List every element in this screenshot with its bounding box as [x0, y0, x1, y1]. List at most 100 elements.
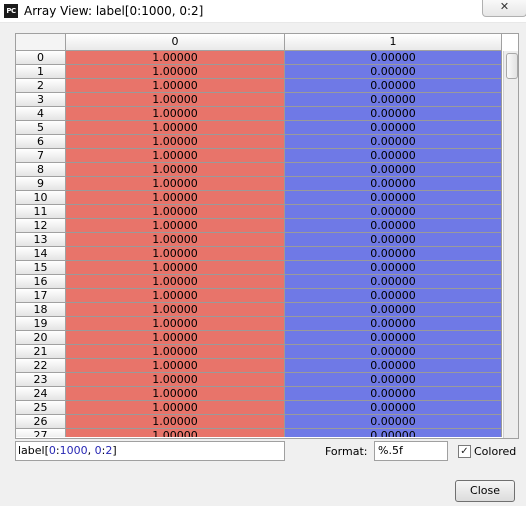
row-header[interactable]: 17	[16, 289, 66, 303]
row-header[interactable]: 16	[16, 275, 66, 289]
vertical-scrollbar[interactable]	[503, 51, 518, 438]
row-header[interactable]: 22	[16, 359, 66, 373]
table-cell[interactable]: 0.00000	[285, 191, 502, 205]
table-rows: 0 1.00000 0.00000 1 1.00000 0.00000 2 1.00000 0.…	[16, 51, 502, 437]
table-cell[interactable]: 1.00000	[66, 401, 285, 415]
row-header[interactable]: 21	[16, 345, 66, 359]
table-cell[interactable]: 1.00000	[66, 121, 285, 135]
table-cell[interactable]: 0.00000	[285, 261, 502, 275]
table-row: 12 1.00000 0.00000	[16, 219, 502, 233]
table-cell[interactable]: 1.00000	[66, 51, 285, 65]
table-cell[interactable]: 0.00000	[285, 219, 502, 233]
row-header[interactable]: 13	[16, 233, 66, 247]
table-cell[interactable]: 1.00000	[66, 135, 285, 149]
table-cell[interactable]: 1.00000	[66, 79, 285, 93]
row-header[interactable]: 1	[16, 65, 66, 79]
table-cell[interactable]: 1.00000	[66, 359, 285, 373]
table-cell[interactable]: 0.00000	[285, 345, 502, 359]
row-header[interactable]: 4	[16, 107, 66, 121]
row-header[interactable]: 15	[16, 261, 66, 275]
table-cell[interactable]: 1.00000	[66, 261, 285, 275]
table-cell[interactable]: 1.00000	[66, 289, 285, 303]
row-header[interactable]: 27	[16, 429, 66, 437]
table-row: 14 1.00000 0.00000	[16, 247, 502, 261]
table-cell[interactable]: 0.00000	[285, 247, 502, 261]
table-cell[interactable]: 0.00000	[285, 163, 502, 177]
table-cell[interactable]: 0.00000	[285, 303, 502, 317]
table-cell[interactable]: 1.00000	[66, 275, 285, 289]
table-cell[interactable]: 0.00000	[285, 331, 502, 345]
table-cell[interactable]: 0.00000	[285, 51, 502, 65]
row-header[interactable]: 3	[16, 93, 66, 107]
table-cell[interactable]: 0.00000	[285, 317, 502, 331]
table-corner[interactable]	[16, 34, 66, 51]
table-cell[interactable]: 0.00000	[285, 415, 502, 429]
table-cell[interactable]: 1.00000	[66, 317, 285, 331]
table-cell[interactable]: 0.00000	[285, 289, 502, 303]
table-cell[interactable]: 1.00000	[66, 345, 285, 359]
row-header[interactable]: 18	[16, 303, 66, 317]
colored-checkbox-label[interactable]: Colored	[474, 445, 516, 458]
colored-checkbox[interactable]: ✓	[458, 445, 471, 458]
table-cell[interactable]: 0.00000	[285, 177, 502, 191]
table-cell[interactable]: 1.00000	[66, 303, 285, 317]
row-header[interactable]: 7	[16, 149, 66, 163]
table-cell[interactable]: 1.00000	[66, 107, 285, 121]
row-header[interactable]: 8	[16, 163, 66, 177]
format-input[interactable]: %.5f	[374, 441, 448, 461]
close-button[interactable]: Close	[455, 480, 515, 502]
table-cell[interactable]: 0.00000	[285, 387, 502, 401]
table-cell[interactable]: 1.00000	[66, 247, 285, 261]
row-header[interactable]: 12	[16, 219, 66, 233]
row-header[interactable]: 10	[16, 191, 66, 205]
scrollbar-thumb[interactable]	[506, 53, 518, 79]
table-cell[interactable]: 1.00000	[66, 177, 285, 191]
table-cell[interactable]: 1.00000	[66, 93, 285, 107]
row-header[interactable]: 0	[16, 51, 66, 65]
row-header[interactable]: 23	[16, 373, 66, 387]
table-cell[interactable]: 1.00000	[66, 191, 285, 205]
table-cell[interactable]: 0.00000	[285, 359, 502, 373]
table-cell[interactable]: 0.00000	[285, 401, 502, 415]
row-header[interactable]: 9	[16, 177, 66, 191]
row-header[interactable]: 5	[16, 121, 66, 135]
row-header[interactable]: 6	[16, 135, 66, 149]
table-cell[interactable]: 1.00000	[66, 205, 285, 219]
column-header-1[interactable]: 1	[285, 34, 502, 51]
table-row: 1 1.00000 0.00000	[16, 65, 502, 79]
table-cell[interactable]: 0.00000	[285, 275, 502, 289]
table-cell[interactable]: 0.00000	[285, 429, 502, 437]
table-cell[interactable]: 1.00000	[66, 387, 285, 401]
table-cell[interactable]: 0.00000	[285, 121, 502, 135]
table-cell[interactable]: 0.00000	[285, 107, 502, 121]
table-cell[interactable]: 0.00000	[285, 65, 502, 79]
row-header[interactable]: 25	[16, 401, 66, 415]
table-cell[interactable]: 1.00000	[66, 65, 285, 79]
table-cell[interactable]: 1.00000	[66, 415, 285, 429]
table-cell[interactable]: 1.00000	[66, 219, 285, 233]
row-header[interactable]: 20	[16, 331, 66, 345]
table-cell[interactable]: 1.00000	[66, 149, 285, 163]
table-cell[interactable]: 1.00000	[66, 429, 285, 437]
table-cell[interactable]: 0.00000	[285, 135, 502, 149]
table-cell[interactable]: 1.00000	[66, 331, 285, 345]
table-cell[interactable]: 1.00000	[66, 233, 285, 247]
column-header-0[interactable]: 0	[66, 34, 285, 51]
table-row: 19 1.00000 0.00000	[16, 317, 502, 331]
table-cell[interactable]: 0.00000	[285, 205, 502, 219]
row-header[interactable]: 26	[16, 415, 66, 429]
row-header[interactable]: 19	[16, 317, 66, 331]
row-header[interactable]: 11	[16, 205, 66, 219]
row-header[interactable]: 14	[16, 247, 66, 261]
row-header[interactable]: 24	[16, 387, 66, 401]
table-cell[interactable]: 0.00000	[285, 233, 502, 247]
table-cell[interactable]: 0.00000	[285, 79, 502, 93]
slice-input[interactable]: label[0:1000, 0:2]	[15, 441, 285, 461]
table-cell[interactable]: 1.00000	[66, 163, 285, 177]
table-cell[interactable]: 0.00000	[285, 149, 502, 163]
row-header[interactable]: 2	[16, 79, 66, 93]
window-close-button[interactable]: ✕	[482, 0, 526, 17]
table-cell[interactable]: 0.00000	[285, 93, 502, 107]
table-cell[interactable]: 0.00000	[285, 373, 502, 387]
table-cell[interactable]: 1.00000	[66, 373, 285, 387]
